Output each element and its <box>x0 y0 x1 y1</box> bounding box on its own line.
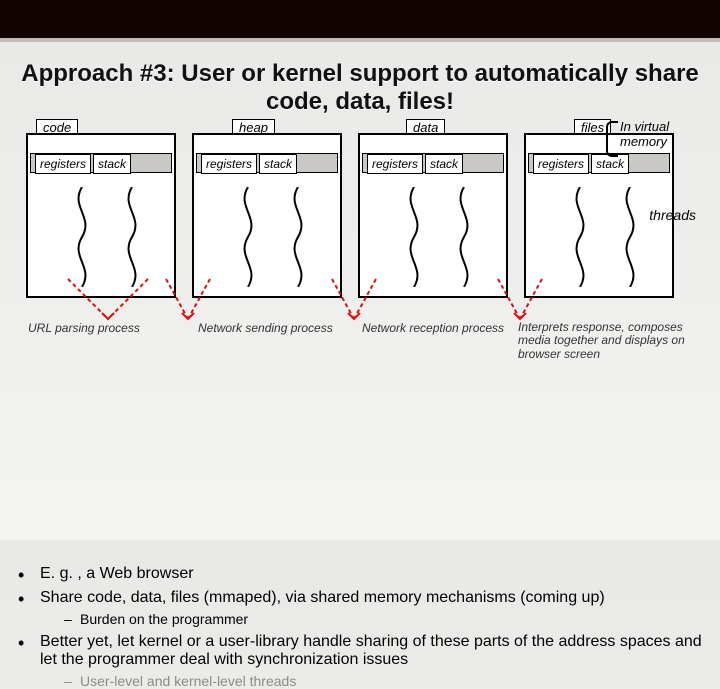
thread-squiggle-icon <box>118 187 146 287</box>
annotation-vm-text: In virtual memory <box>620 119 669 149</box>
registers-chip: registers <box>201 154 257 174</box>
slide: Approach #3: User or kernel support to a… <box>10 46 710 530</box>
registers-chip: registers <box>367 154 423 174</box>
process-panel: registers stack <box>26 133 176 298</box>
thread-squiggle-icon <box>68 187 96 287</box>
process-header-bar: registers stack <box>196 153 338 173</box>
thread-squiggle-icon <box>450 187 478 287</box>
bullet-text: Better yet, let kernel or a user-library… <box>40 633 702 668</box>
process-header-bar: registers stack <box>30 153 172 173</box>
bullet-text: Burden on the programmer <box>80 611 248 627</box>
stack-chip: stack <box>93 154 131 174</box>
stack-chip: stack <box>259 154 297 174</box>
registers-chip: registers <box>533 154 589 174</box>
proc-label-send: Network sending process <box>198 321 333 335</box>
proc-label-interp: Interprets response, composes media toge… <box>518 321 708 361</box>
thread-squiggle-icon <box>400 187 428 287</box>
bullet-item: Share code, data, files (mmaped), via sh… <box>18 589 702 627</box>
registers-chip: registers <box>35 154 91 174</box>
brace-icon <box>606 121 618 157</box>
annotation-threads: threads <box>649 207 696 223</box>
bullets: E. g. , a Web browser Share code, data, … <box>18 565 702 689</box>
bullet-text: User-level and kernel-level threads <box>80 673 296 689</box>
bullet-item: Better yet, let kernel or a user-library… <box>18 633 702 689</box>
bullet-item: E. g. , a Web browser <box>18 565 702 583</box>
stack-chip: stack <box>425 154 463 174</box>
bullet-text: Share code, data, files (mmaped), via sh… <box>40 589 605 606</box>
decorative-brick-strip <box>0 0 720 42</box>
proc-label-url: URL parsing process <box>28 321 140 335</box>
proc-label-recv: Network reception process <box>362 321 504 335</box>
sub-bullet: Burden on the programmer <box>40 611 702 627</box>
sub-bullet: User-level and kernel-level threads <box>40 673 702 689</box>
thread-squiggle-icon <box>566 187 594 287</box>
process-header-bar: registers stack <box>362 153 504 173</box>
process-header-bar: registers stack <box>528 153 670 173</box>
stack-chip: stack <box>591 154 629 174</box>
process-panel: registers stack <box>358 133 508 298</box>
thread-squiggle-icon <box>284 187 312 287</box>
bullet-text: E. g. , a Web browser <box>40 565 194 582</box>
thread-squiggle-icon <box>616 187 644 287</box>
diagram-stage: code heap data files registers stack reg… <box>18 125 702 335</box>
process-panel: registers stack <box>192 133 342 298</box>
slide-title: Approach #3: User or kernel support to a… <box>20 60 700 115</box>
thread-squiggle-icon <box>234 187 262 287</box>
annotation-virtual-memory: In virtual memory <box>620 119 706 149</box>
